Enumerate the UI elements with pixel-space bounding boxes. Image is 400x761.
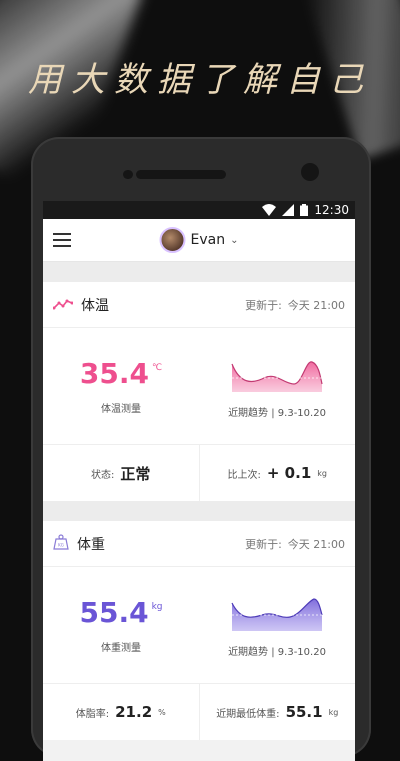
body-fat-value: 21.2 xyxy=(115,703,153,721)
card-header: KG 体重 更新于: 今天 21:00 xyxy=(43,521,355,567)
temperature-card[interactable]: 体温 更新于: 今天 21:00 35.4 ℃ 体温测量 近期趋势 | 9.3-… xyxy=(43,282,355,501)
user-switcher[interactable]: Evan ⌄ xyxy=(159,227,239,253)
scale-icon: KG xyxy=(53,533,69,554)
promo-headline: 用大数据了解自己 xyxy=(28,60,372,100)
phone-speaker xyxy=(136,170,226,179)
status-time: 12:30 xyxy=(314,203,349,217)
phone-frame: 12:30 Evan ⌄ 体温 更新于: 今天 21:00 35.4 ℃ 体温测… xyxy=(31,137,371,761)
change-stat: 比上次: + 0.1 kg xyxy=(198,445,356,501)
measurement-caption: 体温测量 xyxy=(101,404,141,415)
status-bar: 12:30 xyxy=(43,201,355,219)
temperature-unit: ℃ xyxy=(151,363,163,373)
lowest-weight-stat: 近期最低体重: 55.1 kg xyxy=(198,684,356,740)
status-value: 正常 xyxy=(120,464,151,483)
temperature-value: 35.4 xyxy=(79,357,149,390)
avatar xyxy=(159,227,186,253)
section-spacer xyxy=(43,262,355,282)
measurement-panel: 55.4 kg 体重测量 xyxy=(43,567,199,683)
updated-time: 今天 21:00 xyxy=(287,298,345,312)
battery-icon xyxy=(300,204,309,216)
svg-text:KG: KG xyxy=(58,542,64,547)
card-updated: 更新于: 今天 21:00 xyxy=(245,536,345,552)
section-spacer xyxy=(43,501,355,521)
weight-card[interactable]: KG 体重 更新于: 今天 21:00 55.4 kg 体重测量 近期趋势 | … xyxy=(43,521,355,740)
menu-icon[interactable] xyxy=(53,233,71,247)
chevron-down-icon: ⌄ xyxy=(230,234,239,246)
phone-sensor xyxy=(123,170,133,179)
updated-label: 更新于: xyxy=(245,537,282,551)
status-stat: 状态: 正常 xyxy=(43,445,199,501)
wifi-icon xyxy=(262,204,277,216)
card-footer: 状态: 正常 比上次: + 0.1 kg xyxy=(43,445,355,501)
temperature-sparkline xyxy=(231,360,323,392)
weight-unit: kg xyxy=(151,602,163,612)
user-name: Evan xyxy=(190,232,226,248)
trend-caption: 近期趋势 | 9.3-10.20 xyxy=(228,407,326,419)
weight-sparkline xyxy=(231,597,323,631)
signal-icon xyxy=(282,204,295,216)
trend-panel[interactable]: 近期趋势 | 9.3-10.20 xyxy=(199,328,355,444)
measurement-caption: 体重测量 xyxy=(101,643,141,654)
lowest-weight-unit: kg xyxy=(328,707,339,717)
updated-label: 更新于: xyxy=(245,298,282,312)
temperature-trend-icon xyxy=(52,295,74,314)
change-unit: kg xyxy=(317,468,327,478)
card-title: 体温 xyxy=(81,297,109,314)
card-updated: 更新于: 今天 21:00 xyxy=(245,297,345,313)
weight-value: 55.4 xyxy=(79,596,149,629)
status-label: 状态: xyxy=(91,469,115,481)
app-bar: Evan ⌄ xyxy=(43,219,355,262)
change-value: + 0.1 xyxy=(266,464,312,482)
card-title: 体重 xyxy=(77,536,105,553)
body-fat-label: 体脂率: xyxy=(75,708,110,720)
phone-camera xyxy=(301,163,319,181)
lowest-weight-value: 55.1 xyxy=(285,703,323,721)
trend-panel[interactable]: 近期趋势 | 9.3-10.20 xyxy=(199,567,355,683)
trend-caption: 近期趋势 | 9.3-10.20 xyxy=(228,646,326,658)
lowest-weight-label: 近期最低体重: xyxy=(216,708,280,720)
card-header: 体温 更新于: 今天 21:00 xyxy=(43,282,355,328)
body-fat-stat: 体脂率: 21.2 % xyxy=(43,684,199,740)
card-footer: 体脂率: 21.2 % 近期最低体重: 55.1 kg xyxy=(43,684,355,740)
card-body: 55.4 kg 体重测量 近期趋势 | 9.3-10.20 xyxy=(43,567,355,684)
body-fat-unit: % xyxy=(158,707,166,717)
change-label: 比上次: xyxy=(227,469,261,481)
measurement-panel: 35.4 ℃ 体温测量 xyxy=(43,328,199,444)
phone-screen: 12:30 Evan ⌄ 体温 更新于: 今天 21:00 35.4 ℃ 体温测… xyxy=(43,201,355,761)
card-body: 35.4 ℃ 体温测量 近期趋势 | 9.3-10.20 xyxy=(43,328,355,445)
updated-time: 今天 21:00 xyxy=(287,537,345,551)
